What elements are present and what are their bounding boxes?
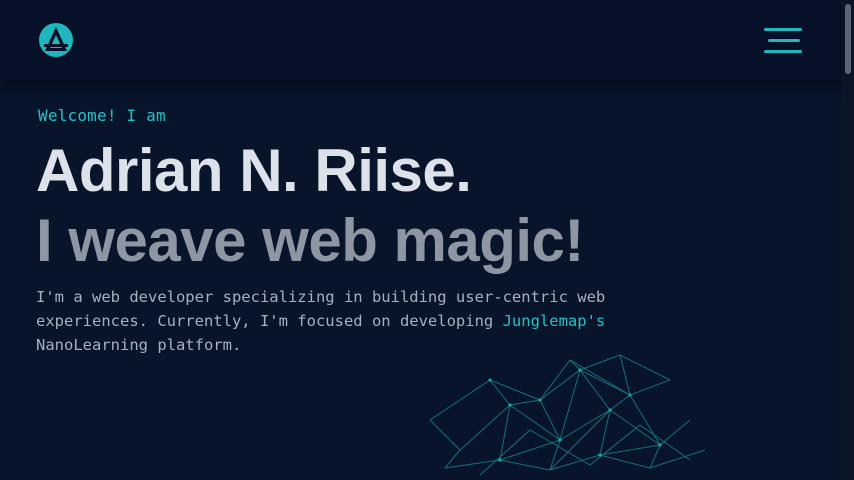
bio-line-2: experiences. Currently, I'm focused on d… (36, 309, 736, 333)
network-graph-icon (420, 350, 710, 480)
site-header (0, 0, 842, 80)
scrollbar[interactable] (842, 0, 854, 480)
hero-tagline: I weave web magic! (36, 207, 584, 274)
welcome-text: Welcome! I am (38, 106, 166, 125)
junglemap-link[interactable]: Junglemap's (503, 312, 606, 330)
bio-line-1: I'm a web developer specializing in buil… (36, 288, 606, 306)
scrollbar-thumb[interactable] (845, 4, 851, 74)
hero-name: Adrian N. Riise. (36, 137, 472, 204)
hamburger-menu-icon[interactable] (764, 26, 804, 56)
logo-icon[interactable] (38, 22, 74, 58)
bio-line-2-text: experiences. Currently, I'm focused on d… (36, 312, 503, 330)
hero-section: Welcome! I am Adrian N. Riise. I weave w… (36, 100, 796, 357)
hero-bio: I'm a web developer specializing in buil… (36, 285, 736, 357)
